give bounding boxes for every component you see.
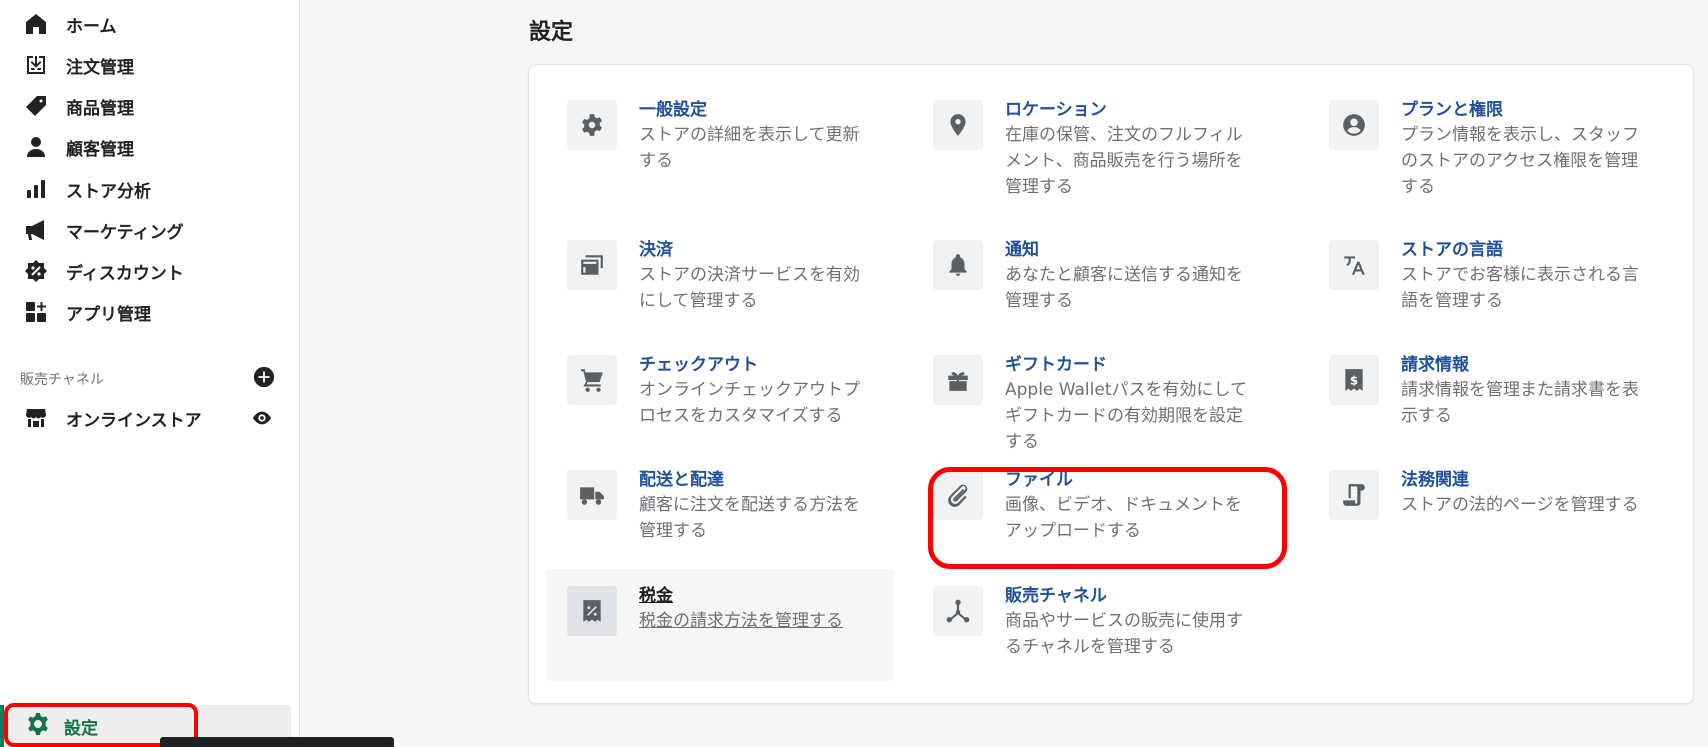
bell-icon (933, 240, 983, 290)
add-channel-icon[interactable] (253, 366, 275, 392)
tile-title: 一般設定 (639, 100, 707, 120)
eye-icon[interactable] (249, 405, 275, 431)
apps-icon (20, 296, 52, 328)
sidebar-item-discounts[interactable]: ディスカウント (20, 253, 290, 289)
channels-icon (933, 586, 983, 636)
tax-icon (567, 586, 617, 636)
tile-sales-channels[interactable]: 販売チャネル 商品やサービスの販売に使用するチャネルを管理する (913, 569, 1275, 675)
tile-checkout[interactable]: チェックアウト オンラインチェックアウトプロセスをカスタマイズする (547, 338, 893, 444)
gear-icon (26, 712, 50, 740)
tile-description: 顧客に注文を配送する方法を管理する (639, 495, 860, 541)
sidebar-item-analytics[interactable]: ストア分析 (20, 171, 290, 207)
sidebar: ホーム 注文管理 商品管理 顧客管理 ストア分析 マーケティング ディスカウント… (0, 0, 300, 747)
tile-description: ストアの決済サービスを有効にして管理する (639, 265, 860, 311)
billing-icon: $ (1329, 355, 1379, 405)
gift-icon (933, 355, 983, 405)
tile-title: プランと権限 (1401, 100, 1503, 120)
tile-title: 販売チャネル (1005, 586, 1107, 606)
sidebar-item-label: ストア分析 (66, 181, 151, 202)
sidebar-item-customers[interactable]: 顧客管理 (20, 129, 290, 165)
sidebar-item-marketing[interactable]: マーケティング (20, 212, 290, 248)
tile-legal[interactable]: 法務関連 ストアの法的ページを管理する (1309, 453, 1671, 535)
sidebar-item-products[interactable]: 商品管理 (20, 88, 290, 124)
settings-card: 一般設定 ストアの詳細を表示して更新する ロケーション 在庫の保管、注文のフルフ… (528, 64, 1694, 704)
tile-notifications[interactable]: 通知 あなたと顧客に送信する通知を管理する (913, 223, 1275, 329)
tile-description: 在庫の保管、注文のフルフィルメント、商品販売を行う場所を管理する (1005, 125, 1243, 197)
tile-title: 税金 (639, 586, 673, 606)
tile-description: ストアの法的ページを管理する (1401, 495, 1639, 515)
tag-icon (20, 90, 52, 122)
tile-shipping[interactable]: 配送と配達 顧客に注文を配送する方法を管理する (547, 453, 893, 559)
sidebar-item-label: 注文管理 (66, 57, 134, 78)
credit-card-icon (567, 240, 617, 290)
sidebar-item-label: ホーム (66, 16, 117, 37)
tile-description: 画像、ビデオ、ドキュメントをアップロードする (1005, 495, 1242, 541)
tile-description: 請求情報を管理また請求書を表示する (1401, 380, 1639, 426)
tile-title: 配送と配達 (639, 470, 724, 490)
tile-billing[interactable]: $ 請求情報 請求情報を管理また請求書を表示する (1309, 338, 1671, 444)
page-title: 設定 (529, 20, 574, 45)
tile-files[interactable]: ファイル 画像、ビデオ、ドキュメントをアップロードする (913, 453, 1275, 559)
tile-general[interactable]: 一般設定 ストアの詳細を表示して更新する (547, 83, 893, 189)
tile-plans[interactable]: プランと権限 プラン情報を表示し、スタッフのストアのアクセス権限を管理する (1309, 83, 1671, 215)
tile-description: ストアでお客様に表示される言語を管理する (1401, 265, 1639, 311)
sidebar-item-label: オンラインストア (66, 410, 202, 431)
sidebar-item-home[interactable]: ホーム (20, 6, 290, 42)
user-circle-icon (1329, 100, 1379, 150)
tile-title: 通知 (1005, 240, 1039, 260)
sidebar-item-label: 設定 (64, 718, 98, 739)
tooltip (160, 737, 394, 747)
sidebar-item-label: 顧客管理 (66, 139, 134, 160)
sales-channels-heading: 販売チャネル (20, 365, 275, 393)
sidebar-item-label: ディスカウント (66, 263, 184, 284)
tile-payments[interactable]: 決済 ストアの決済サービスを有効にして管理する (547, 223, 893, 329)
sidebar-item-apps[interactable]: アプリ管理 (20, 294, 290, 330)
tile-description: オンラインチェックアウトプロセスをカスタマイズする (639, 380, 860, 426)
tile-gift-cards[interactable]: ギフトカード Apple Walletパスを有効にしてギフトカードの有効期限を設… (913, 338, 1275, 470)
svg-text:$: $ (1350, 373, 1358, 387)
orders-icon (20, 49, 52, 81)
megaphone-icon (20, 214, 52, 246)
tile-description: ストアの詳細を表示して更新する (639, 125, 860, 171)
customer-icon (20, 131, 52, 163)
tile-description: Apple Walletパスを有効にしてギフトカードの有効期限を設定する (1005, 380, 1247, 452)
tile-description: あなたと顧客に送信する通知を管理する (1005, 265, 1243, 311)
truck-icon (567, 470, 617, 520)
tile-taxes[interactable]: 税金 税金の請求方法を管理する (547, 569, 893, 681)
store-icon (20, 402, 52, 434)
analytics-icon (20, 173, 52, 205)
tile-title: ファイル (1005, 470, 1073, 490)
sidebar-item-orders[interactable]: 注文管理 (20, 47, 290, 83)
tile-description: 税金の請求方法を管理する (639, 611, 843, 631)
translate-icon (1329, 240, 1379, 290)
sidebar-item-label: マーケティング (66, 222, 184, 243)
sidebar-item-label: 商品管理 (66, 98, 134, 119)
tile-title: 法務関連 (1401, 470, 1469, 490)
tile-title: ストアの言語 (1401, 240, 1503, 260)
location-pin-icon (933, 100, 983, 150)
active-indicator (0, 705, 4, 747)
tile-locations[interactable]: ロケーション 在庫の保管、注文のフルフィルメント、商品販売を行う場所を管理する (913, 83, 1275, 215)
tile-title: ギフトカード (1005, 355, 1107, 375)
paperclip-icon (933, 470, 983, 520)
tile-description: プラン情報を表示し、スタッフのストアのアクセス権限を管理する (1401, 125, 1639, 197)
home-icon (20, 8, 52, 40)
gear-icon (567, 100, 617, 150)
tile-title: 決済 (639, 240, 673, 260)
sales-channels-label: 販売チャネル (20, 372, 104, 388)
legal-icon (1329, 470, 1379, 520)
tile-title: 請求情報 (1401, 355, 1469, 375)
tile-languages[interactable]: ストアの言語 ストアでお客様に表示される言語を管理する (1309, 223, 1671, 329)
tile-title: ロケーション (1005, 100, 1107, 120)
discount-icon (20, 255, 52, 287)
tile-title: チェックアウト (639, 355, 758, 375)
tile-description: 商品やサービスの販売に使用するチャネルを管理する (1005, 611, 1243, 657)
sidebar-item-label: アプリ管理 (66, 304, 151, 325)
cart-icon (567, 355, 617, 405)
